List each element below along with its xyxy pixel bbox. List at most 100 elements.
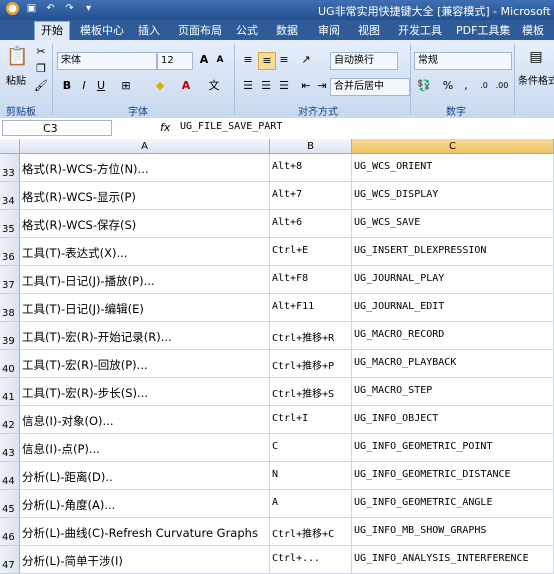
align-middle-icon[interactable]: ≡	[258, 52, 276, 70]
tab-template[interactable]: 模板	[516, 22, 550, 40]
cut-icon[interactable]: ✂	[33, 44, 49, 60]
comma-icon[interactable]: ,	[458, 78, 474, 94]
tab-template-center[interactable]: 模板中心	[74, 22, 130, 40]
decrease-decimal-icon[interactable]: .00	[494, 78, 510, 94]
font-name-select[interactable]: 宋体	[57, 52, 157, 70]
cell-b[interactable]: N	[270, 462, 352, 490]
cell-a[interactable]: 工具(T)-日记(J)-播放(P)...	[20, 266, 270, 294]
align-left-icon[interactable]: ☰	[240, 78, 256, 94]
tab-page-layout[interactable]: 页面布局	[172, 22, 228, 40]
select-all-corner[interactable]	[0, 139, 20, 154]
cell-a[interactable]: 格式(R)-WCS-显示(P)	[20, 182, 270, 210]
tab-developer[interactable]: 开发工具	[392, 22, 448, 40]
cell-b[interactable]: Ctrl+推移+R	[270, 322, 352, 350]
row-header[interactable]: 38	[0, 294, 20, 322]
bold-icon[interactable]: B	[59, 78, 75, 94]
row-header[interactable]: 36	[0, 238, 20, 266]
row-header[interactable]: 46	[0, 518, 20, 546]
cell-a[interactable]: 分析(L)-简单干涉(I)	[20, 546, 270, 574]
tab-review[interactable]: 审阅	[312, 22, 346, 40]
align-top-icon[interactable]: ≡	[240, 52, 256, 68]
wrap-text-button[interactable]: 自动换行	[330, 52, 398, 70]
cell-b[interactable]: Ctrl+E	[270, 238, 352, 266]
tab-home[interactable]: 开始	[34, 21, 70, 40]
cell-a[interactable]: 工具(T)-宏(R)-回放(P)...	[20, 350, 270, 378]
cell-c[interactable]: UG_MACRO_STEP	[352, 378, 554, 406]
column-header-c[interactable]: C	[352, 139, 554, 154]
cell-a[interactable]: 信息(I)-点(P)...	[20, 434, 270, 462]
cell-b[interactable]: Alt+F8	[270, 266, 352, 294]
cell-b[interactable]: Alt+6	[270, 210, 352, 238]
cell-c[interactable]: UG_WCS_SAVE	[352, 210, 554, 238]
name-box[interactable]: C3	[2, 120, 112, 136]
cell-b[interactable]: Ctrl+推移+C	[270, 518, 352, 546]
row-header[interactable]: 37	[0, 266, 20, 294]
borders-icon[interactable]: ⊞	[118, 78, 134, 94]
decrease-font-icon[interactable]: A	[212, 52, 228, 68]
tab-pdf-tools[interactable]: PDF工具集	[450, 22, 516, 40]
row-header[interactable]: 44	[0, 462, 20, 490]
conditional-format-label[interactable]: 条件格式	[518, 72, 554, 87]
increase-decimal-icon[interactable]: .0	[476, 78, 492, 94]
font-size-select[interactable]: 12	[157, 52, 193, 70]
office-logo-icon[interactable]: ●	[6, 2, 19, 15]
row-header[interactable]: 43	[0, 434, 20, 462]
conditional-format-icon[interactable]: ▤	[526, 46, 546, 68]
tab-insert[interactable]: 插入	[132, 22, 166, 40]
cell-b[interactable]: Ctrl+I	[270, 406, 352, 434]
fill-color-icon[interactable]: ◆	[152, 78, 168, 94]
cell-c[interactable]: UG_INFO_ANALYSIS_INTERFERENCE	[352, 546, 554, 574]
cell-b[interactable]: Ctrl+...	[270, 546, 352, 574]
row-header[interactable]: 33	[0, 154, 20, 182]
formula-input[interactable]: UG_FILE_SAVE_PART	[180, 121, 282, 132]
copy-icon[interactable]: ❐	[33, 61, 49, 77]
cell-c[interactable]: UG_INFO_OBJECT	[352, 406, 554, 434]
merge-center-button[interactable]: 合并后居中	[330, 78, 410, 96]
cell-a[interactable]: 信息(I)-对象(O)...	[20, 406, 270, 434]
align-bottom-icon[interactable]: ≡	[276, 52, 292, 68]
tab-formulas[interactable]: 公式	[230, 22, 264, 40]
row-header[interactable]: 39	[0, 322, 20, 350]
cell-c[interactable]: UG_INFO_MB_SHOW_GRAPHS	[352, 518, 554, 546]
customize-icon[interactable]: ▾	[82, 2, 95, 15]
redo-icon[interactable]: ↷	[63, 2, 76, 15]
cell-c[interactable]: UG_JOURNAL_EDIT	[352, 294, 554, 322]
row-header[interactable]: 40	[0, 350, 20, 378]
underline-icon[interactable]: U	[93, 78, 109, 94]
cell-b[interactable]: Alt+F11	[270, 294, 352, 322]
cell-b[interactable]: Alt+7	[270, 182, 352, 210]
align-center-icon[interactable]: ☰	[258, 78, 274, 94]
orientation-icon[interactable]: ↗	[298, 52, 314, 68]
cell-c[interactable]: UG_INFO_GEOMETRIC_ANGLE	[352, 490, 554, 518]
paste-label[interactable]: 粘贴	[6, 72, 26, 87]
paste-icon[interactable]: 📋	[6, 44, 28, 70]
save-icon[interactable]: ▣	[25, 2, 38, 15]
cell-c[interactable]: UG_INFO_GEOMETRIC_DISTANCE	[352, 462, 554, 490]
cell-a[interactable]: 工具(T)-表达式(X)...	[20, 238, 270, 266]
row-header[interactable]: 47	[0, 546, 20, 574]
italic-icon[interactable]: I	[76, 78, 92, 94]
tab-data[interactable]: 数据	[270, 22, 304, 40]
cell-b[interactable]: Ctrl+推移+S	[270, 378, 352, 406]
cell-c[interactable]: UG_INFO_GEOMETRIC_POINT	[352, 434, 554, 462]
cell-c[interactable]: UG_JOURNAL_PLAY	[352, 266, 554, 294]
row-header[interactable]: 35	[0, 210, 20, 238]
cell-a[interactable]: 格式(R)-WCS-方位(N)...	[20, 154, 270, 182]
row-header[interactable]: 42	[0, 406, 20, 434]
currency-icon[interactable]: 💱	[416, 78, 432, 94]
cell-c[interactable]: UG_MACRO_RECORD	[352, 322, 554, 350]
cell-a[interactable]: 分析(L)-距离(D)..	[20, 462, 270, 490]
cell-a[interactable]: 工具(T)-宏(R)-步长(S)...	[20, 378, 270, 406]
column-header-b[interactable]: B	[270, 139, 352, 154]
font-color-icon[interactable]: A	[178, 78, 194, 94]
cell-c[interactable]: UG_WCS_DISPLAY	[352, 182, 554, 210]
decrease-indent-icon[interactable]: ⇤	[298, 78, 314, 94]
percent-icon[interactable]: %	[440, 78, 456, 94]
cell-a[interactable]: 工具(T)-日记(J)-编辑(E)	[20, 294, 270, 322]
row-header[interactable]: 41	[0, 378, 20, 406]
format-painter-icon[interactable]: 🖌	[33, 78, 49, 94]
cell-a[interactable]: 格式(R)-WCS-保存(S)	[20, 210, 270, 238]
cell-a[interactable]: 分析(L)-曲线(C)-Refresh Curvature Graphs	[20, 518, 270, 546]
cell-b[interactable]: Ctrl+推移+P	[270, 350, 352, 378]
row-header[interactable]: 45	[0, 490, 20, 518]
